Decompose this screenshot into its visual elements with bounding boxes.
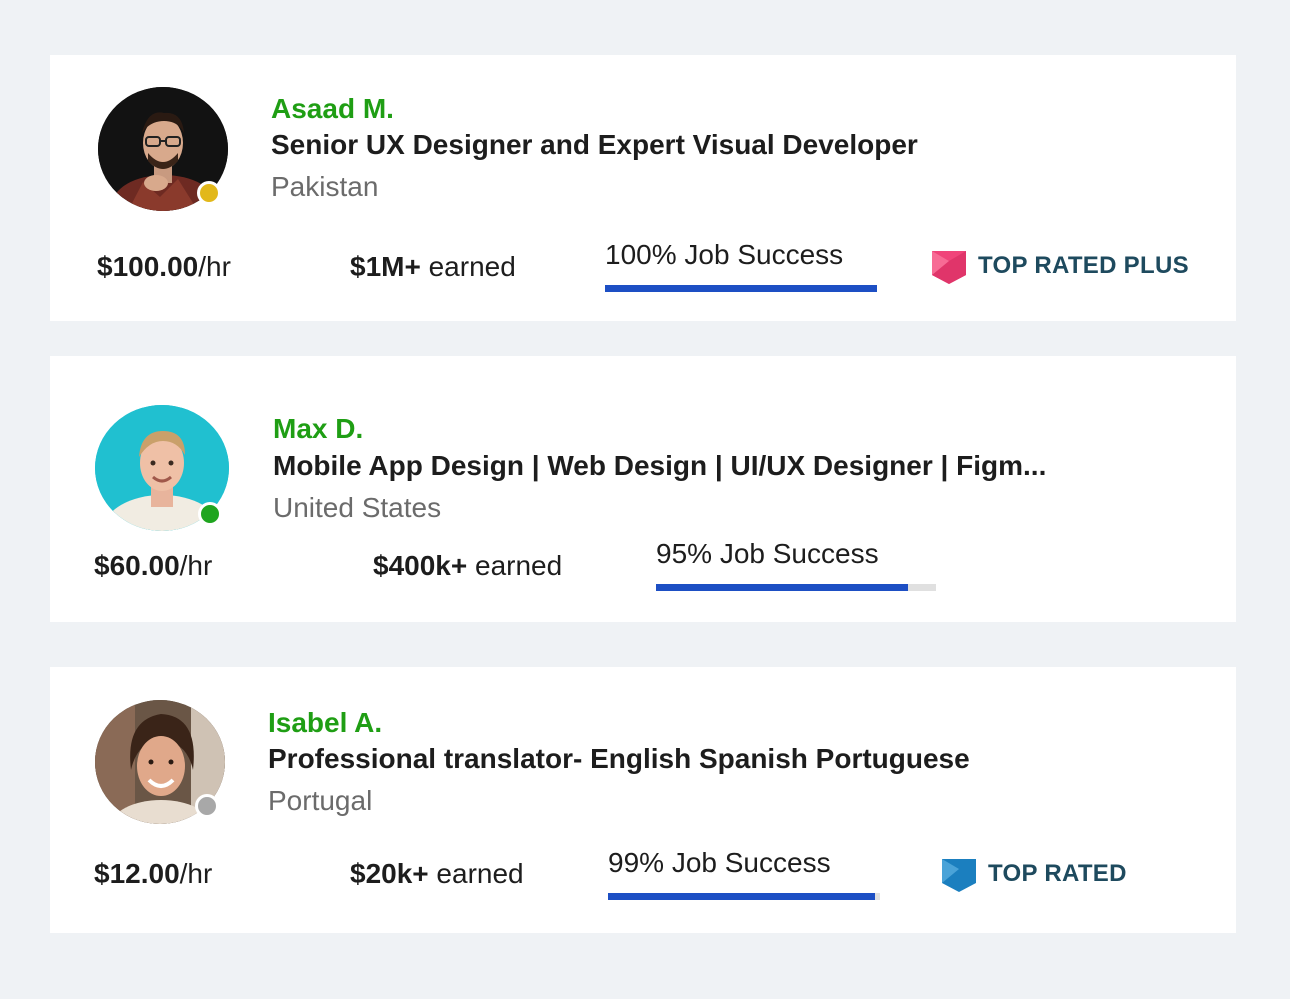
freelancer-title: Professional translator- English Spanish… (268, 743, 970, 774)
earned-label: earned (467, 550, 563, 581)
freelancer-card[interactable]: Isabel A. Professional translator- Engli… (50, 667, 1236, 933)
rate-unit: /hr (179, 550, 213, 581)
job-success: 95% Job Success (656, 538, 936, 591)
job-success: 99% Job Success (608, 847, 880, 900)
badge-label: TOP RATED PLUS (978, 252, 1189, 279)
earned-amount: $20k+ (350, 858, 429, 889)
rate-unit: /hr (179, 858, 213, 889)
job-success-label: 100% Job Success (605, 239, 844, 270)
total-earned: $400k+ earned (373, 550, 562, 582)
freelancer-card[interactable]: Max D. Mobile App Design | Web Design | … (50, 356, 1236, 622)
hourly-rate: $60.00/hr (94, 550, 212, 582)
status-away-dot (197, 181, 221, 205)
freelancer-title: Senior UX Designer and Expert Visual Dev… (271, 129, 918, 160)
freelancer-country: United States (273, 492, 442, 523)
freelancer-card[interactable]: Asaad M. Senior UX Designer and Expert V… (50, 55, 1236, 321)
top-rated-plus-icon (932, 251, 966, 284)
hourly-rate: $12.00/hr (94, 858, 212, 890)
job-success-fill (656, 584, 908, 591)
job-success-label: 95% Job Success (656, 538, 879, 569)
freelancer-title: Mobile App Design | Web Design | UI/UX D… (273, 450, 1047, 481)
status-online-dot (198, 502, 222, 526)
total-earned: $1M+ earned (350, 251, 516, 283)
freelancer-country: Pakistan (271, 171, 379, 202)
job-success-fill (608, 893, 875, 900)
top-rated-icon (942, 859, 976, 892)
freelancer-name[interactable]: Max D. (273, 413, 363, 445)
rate-amount: $60.00 (94, 550, 180, 581)
rate-amount: $100.00 (97, 251, 199, 282)
total-earned: $20k+ earned (350, 858, 524, 890)
rate-amount: $12.00 (94, 858, 180, 889)
earned-label: earned (420, 251, 516, 282)
freelancer-name[interactable]: Isabel A. (268, 707, 382, 739)
job-success-fill (605, 285, 877, 292)
badge-label: TOP RATED (988, 860, 1127, 887)
job-success-track (605, 285, 877, 292)
freelancer-country: Portugal (268, 785, 373, 816)
freelancer-name[interactable]: Asaad M. (271, 93, 394, 125)
status-offline-dot (195, 794, 219, 818)
job-success-track (608, 893, 880, 900)
earned-amount: $400k+ (373, 550, 468, 581)
job-success-track (656, 584, 936, 591)
job-success: 100% Job Success (605, 239, 877, 292)
rate-unit: /hr (198, 251, 231, 282)
earned-label: earned (428, 858, 524, 889)
hourly-rate: $100.00/hr (97, 251, 231, 283)
top-rated-plus-badge[interactable]: TOP RATED PLUS (930, 247, 1189, 285)
job-success-label: 99% Job Success (608, 847, 831, 878)
earned-amount: $1M+ (350, 251, 421, 282)
top-rated-badge[interactable]: TOP RATED (940, 855, 1127, 893)
